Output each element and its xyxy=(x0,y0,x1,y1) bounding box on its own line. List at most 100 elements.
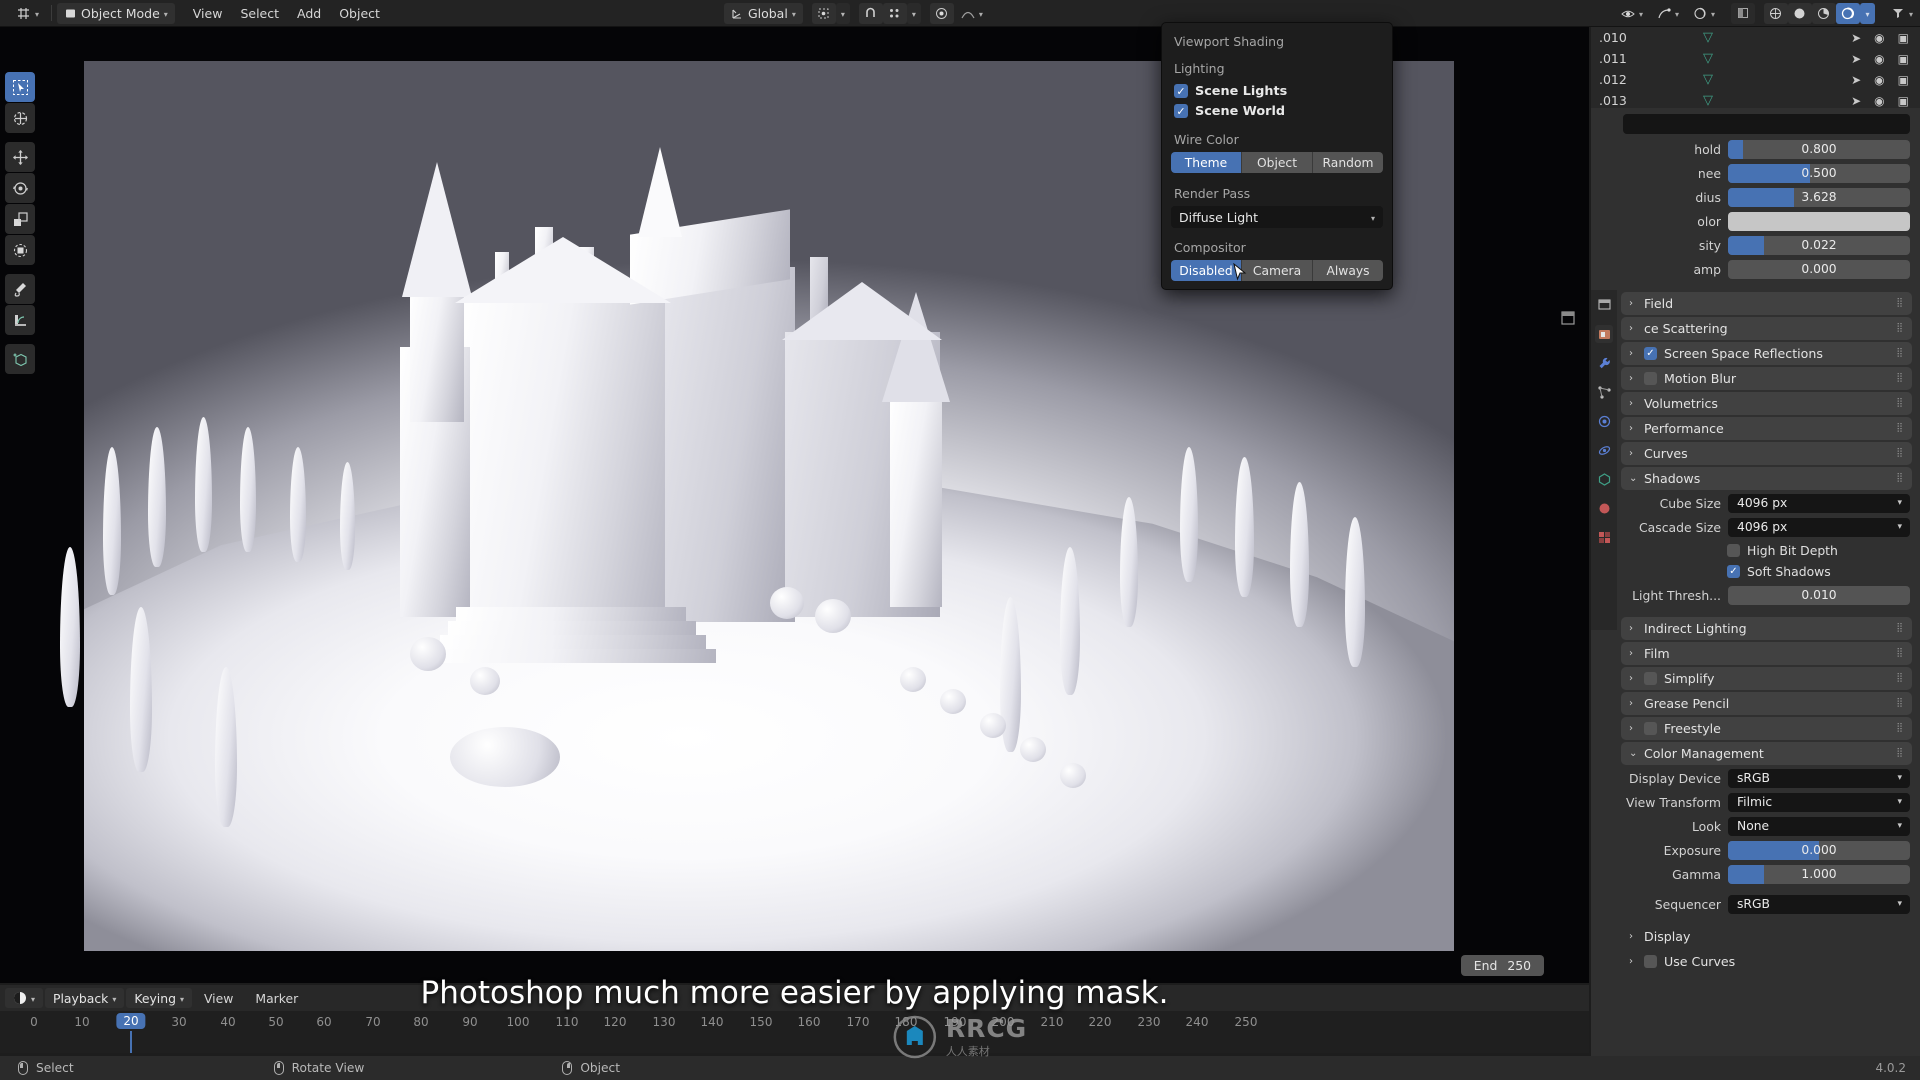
panel-volumetrics[interactable]: › Volumetrics ⣿ xyxy=(1621,392,1912,415)
look-row[interactable]: Look None ▾ xyxy=(1625,815,1910,837)
high-bit-depth-checkbox[interactable] xyxy=(1727,544,1740,557)
properties-search-field[interactable] xyxy=(1623,114,1910,134)
bloom-radius-row[interactable]: dius 3.628 xyxy=(1625,186,1910,208)
panel-freestyle[interactable]: › Freestyle ⣿ xyxy=(1621,717,1912,740)
end-frame-field[interactable]: End 250 xyxy=(1460,955,1544,976)
display-device-dropdown[interactable]: sRGB ▾ xyxy=(1728,768,1910,788)
tab-physics[interactable] xyxy=(1595,412,1613,430)
panel-performance[interactable]: › Performance ⣿ xyxy=(1621,417,1912,440)
tab-material[interactable] xyxy=(1595,499,1613,517)
shading-wireframe-button[interactable] xyxy=(1763,2,1788,24)
compositor-segmented[interactable]: Disabled Camera Always xyxy=(1171,260,1383,281)
restrict-select-icon[interactable]: ➤ xyxy=(1851,73,1861,87)
soft-shadows-checkbox[interactable]: ✓ xyxy=(1727,565,1740,578)
bloom-knee-field[interactable]: 0.500 xyxy=(1728,163,1910,183)
tool-transform[interactable] xyxy=(5,235,35,265)
falloff-curve-button[interactable]: ▾ xyxy=(954,3,990,24)
sequencer-dropdown[interactable]: sRGB ▾ xyxy=(1728,894,1910,914)
current-frame-indicator[interactable]: 20 xyxy=(116,1013,146,1029)
panel-display[interactable]: › Display xyxy=(1621,925,1912,948)
soft-shadows-row[interactable]: ✓ Soft Shadows xyxy=(1727,561,1920,582)
tool-cursor[interactable] xyxy=(5,103,35,133)
scene-world-row[interactable]: ✓ Scene World xyxy=(1174,101,1383,121)
properties-editor[interactable]: hold 0.800 nee 0.500 dius 3.628 olor sit… xyxy=(1591,108,1920,1071)
bloom-radius-field[interactable]: 3.628 xyxy=(1728,187,1910,207)
restrict-select-icon[interactable]: ➤ xyxy=(1851,31,1861,45)
light-threshold-field[interactable]: 0.010 xyxy=(1728,585,1910,605)
transform-orientation-selector[interactable]: Global ▾ xyxy=(723,2,803,24)
gamma-field[interactable]: 1.000 xyxy=(1728,864,1910,884)
panel-simplify[interactable]: › Simplify ⣿ xyxy=(1621,667,1912,690)
shading-rendered-button[interactable] xyxy=(1835,2,1860,24)
compositor-always[interactable]: Always xyxy=(1313,260,1383,281)
hide-viewport-icon[interactable]: ◉ xyxy=(1874,73,1884,87)
tab-render[interactable] xyxy=(1595,325,1613,343)
tab-constraints[interactable] xyxy=(1595,441,1613,459)
menu-add[interactable]: Add xyxy=(288,3,330,24)
shading-popover-button[interactable]: ▾ xyxy=(1859,2,1875,24)
disable-render-icon[interactable]: ▣ xyxy=(1898,94,1909,108)
tool-annotate[interactable] xyxy=(5,274,35,304)
wire-color-random[interactable]: Random xyxy=(1313,152,1383,173)
xray-button[interactable] xyxy=(1730,2,1755,24)
disable-render-icon[interactable]: ▣ xyxy=(1898,52,1909,66)
cube-size-row[interactable]: Cube Size 4096 px ▾ xyxy=(1625,492,1910,514)
tab-tool[interactable] xyxy=(1595,296,1613,314)
disable-render-icon[interactable]: ▣ xyxy=(1898,73,1909,87)
panel-subsurface-scattering[interactable]: › ce Scattering ⣿ xyxy=(1621,317,1912,340)
keying-button[interactable]: Keying ▾ xyxy=(126,988,192,1008)
bloom-intensity-row[interactable]: sity 0.022 xyxy=(1625,234,1910,256)
menu-view[interactable]: View xyxy=(184,3,232,24)
snap-target-button[interactable] xyxy=(811,2,836,24)
sequencer-row[interactable]: Sequencer sRGB ▾ xyxy=(1625,893,1910,915)
panel-color-management[interactable]: ⌄ Color Management ⣿ xyxy=(1621,742,1912,765)
simplify-checkbox[interactable] xyxy=(1644,672,1657,685)
light-threshold-row[interactable]: Light Thresh... 0.010 xyxy=(1625,584,1910,606)
display-device-row[interactable]: Display Device sRGB ▾ xyxy=(1625,767,1910,789)
panel-motion-blur[interactable]: › Motion Blur ⣿ xyxy=(1621,367,1912,390)
snap-dropdown[interactable]: ▾ xyxy=(835,2,850,24)
shading-material-button[interactable] xyxy=(1811,2,1836,24)
magnet-button[interactable] xyxy=(858,2,883,24)
panel-use-curves[interactable]: › Use Curves xyxy=(1621,950,1912,973)
hide-viewport-icon[interactable]: ◉ xyxy=(1874,94,1884,108)
outliner-row[interactable]: .010 ▽ ➤ ◉ ▣ xyxy=(1591,27,1920,48)
tab-texture[interactable] xyxy=(1595,528,1613,546)
editor-type-button[interactable]: ▾ xyxy=(9,3,46,24)
overlays-button[interactable]: ▾ xyxy=(1686,3,1722,24)
viewport-shading-popover[interactable]: Viewport Shading Lighting ✓ Scene Lights… xyxy=(1161,22,1393,290)
look-dropdown[interactable]: None ▾ xyxy=(1728,816,1910,836)
exposure-field[interactable]: 0.000 xyxy=(1728,840,1910,860)
cascade-size-row[interactable]: Cascade Size 4096 px ▾ xyxy=(1625,516,1910,538)
hide-viewport-icon[interactable]: ◉ xyxy=(1874,52,1884,66)
panel-indirect-lighting[interactable]: › Indirect Lighting ⣿ xyxy=(1621,617,1912,640)
use-curves-checkbox[interactable] xyxy=(1644,955,1657,968)
bloom-color-row[interactable]: olor xyxy=(1625,210,1910,232)
freestyle-checkbox[interactable] xyxy=(1644,722,1657,735)
proportional-connected-button[interactable] xyxy=(929,2,954,24)
proportional-falloff-dropdown[interactable]: ▾ xyxy=(906,2,921,24)
tool-measure[interactable] xyxy=(5,305,35,335)
panel-screen-space-reflections[interactable]: › ✓ Screen Space Reflections ⣿ xyxy=(1621,342,1912,365)
panel-film[interactable]: › Film ⣿ xyxy=(1621,642,1912,665)
timeline-menu-view[interactable]: View xyxy=(194,991,243,1006)
tab-modifiers[interactable] xyxy=(1595,354,1613,372)
disable-render-icon[interactable]: ▣ xyxy=(1898,31,1909,45)
shading-solid-button[interactable] xyxy=(1787,2,1812,24)
restrict-select-icon[interactable]: ➤ xyxy=(1851,94,1861,108)
scene-lights-row[interactable]: ✓ Scene Lights xyxy=(1174,81,1383,101)
high-bit-depth-row[interactable]: High Bit Depth xyxy=(1727,540,1920,561)
cube-size-dropdown[interactable]: 4096 px ▾ xyxy=(1728,493,1910,513)
exposure-row[interactable]: Exposure 0.000 xyxy=(1625,839,1910,861)
outliner-row[interactable]: .011 ▽ ➤ ◉ ▣ xyxy=(1591,48,1920,69)
timeline-editor[interactable]: ▾ Playback ▾ Keying ▾ View Marker End 250 … xyxy=(0,955,1589,1053)
tool-move[interactable] xyxy=(5,142,35,172)
view-transform-dropdown[interactable]: Filmic ▾ xyxy=(1728,792,1910,812)
timeline-ruler[interactable]: 0 10 30 40 50 60 70 80 90 100 110 120 13… xyxy=(0,1011,1589,1053)
panel-curves[interactable]: › Curves ⣿ xyxy=(1621,442,1912,465)
view-transform-row[interactable]: View Transform Filmic ▾ xyxy=(1625,791,1910,813)
wire-color-object[interactable]: Object xyxy=(1242,152,1313,173)
compositor-disabled[interactable]: Disabled xyxy=(1171,260,1242,281)
compositor-camera[interactable]: Camera xyxy=(1242,260,1313,281)
bloom-threshold-field[interactable]: 0.800 xyxy=(1728,139,1910,159)
